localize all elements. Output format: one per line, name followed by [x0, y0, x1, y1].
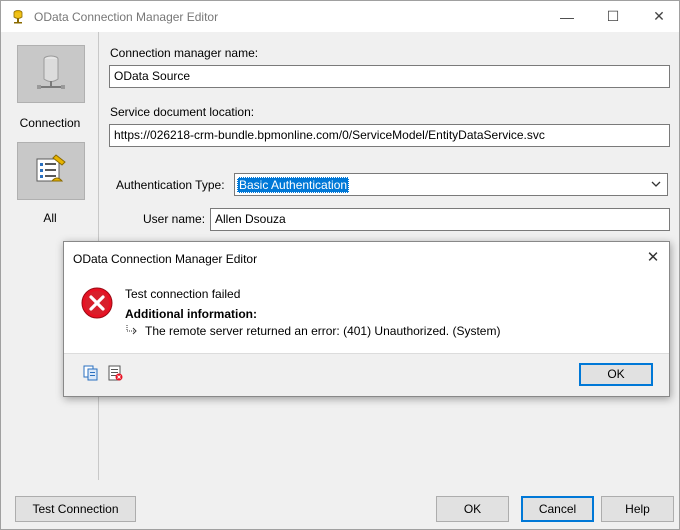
- connection-name-label: Connection manager name:: [110, 46, 259, 60]
- window-title: OData Connection Manager Editor: [34, 9, 219, 24]
- cancel-button[interactable]: Cancel: [521, 496, 594, 522]
- error-detail: The remote server returned an error: (40…: [145, 324, 501, 338]
- main-window: OData Connection Manager Editor — ☐ ✕ Co…: [0, 0, 680, 530]
- chevron-down-icon[interactable]: [651, 178, 661, 190]
- title-bar: OData Connection Manager Editor — ☐ ✕: [1, 1, 679, 32]
- nav-connection-button[interactable]: [17, 45, 85, 103]
- auth-type-label: Authentication Type:: [116, 178, 225, 192]
- close-button[interactable]: ✕: [636, 1, 680, 32]
- ok-button[interactable]: OK: [436, 496, 509, 522]
- error-message: Test connection failed: [125, 287, 241, 301]
- service-location-field[interactable]: https://026218-crm-bundle.bpmonline.com/…: [109, 124, 670, 147]
- nav-connection-label[interactable]: Connection: [1, 116, 99, 130]
- nav-all-label[interactable]: All: [1, 211, 99, 225]
- error-icon: [81, 287, 113, 322]
- tree-branch-icon: [125, 324, 137, 339]
- dialog-ok-button[interactable]: OK: [579, 363, 653, 386]
- nav-all-button[interactable]: [17, 142, 85, 200]
- properties-list-icon: [34, 153, 68, 190]
- auth-type-selected-value: Basic Authentication: [237, 177, 350, 193]
- additional-info-heading: Additional information:: [125, 307, 257, 321]
- dialog-close-button[interactable]: ✕: [643, 248, 663, 268]
- maximize-button[interactable]: ☐: [590, 1, 636, 32]
- dialog-title-bar: OData Connection Manager Editor ✕: [64, 242, 669, 274]
- username-field[interactable]: Allen Dsouza: [210, 208, 670, 231]
- dialog-message-area: Test connection failed Additional inform…: [64, 274, 669, 354]
- show-details-icon[interactable]: [107, 365, 123, 381]
- odata-app-icon: [10, 9, 26, 25]
- dialog-title: OData Connection Manager Editor: [73, 252, 258, 266]
- database-connection-icon: [35, 53, 67, 96]
- error-dialog: OData Connection Manager Editor ✕ Test c…: [63, 241, 670, 397]
- test-connection-button[interactable]: Test Connection: [15, 496, 136, 522]
- service-location-label: Service document location:: [110, 105, 255, 119]
- help-button[interactable]: Help: [601, 496, 674, 522]
- auth-type-dropdown[interactable]: Basic Authentication: [234, 173, 668, 196]
- minimize-button[interactable]: —: [544, 1, 590, 32]
- username-label: User name:: [143, 212, 206, 226]
- copy-message-icon[interactable]: [83, 365, 99, 381]
- connection-name-field[interactable]: OData Source: [109, 65, 670, 88]
